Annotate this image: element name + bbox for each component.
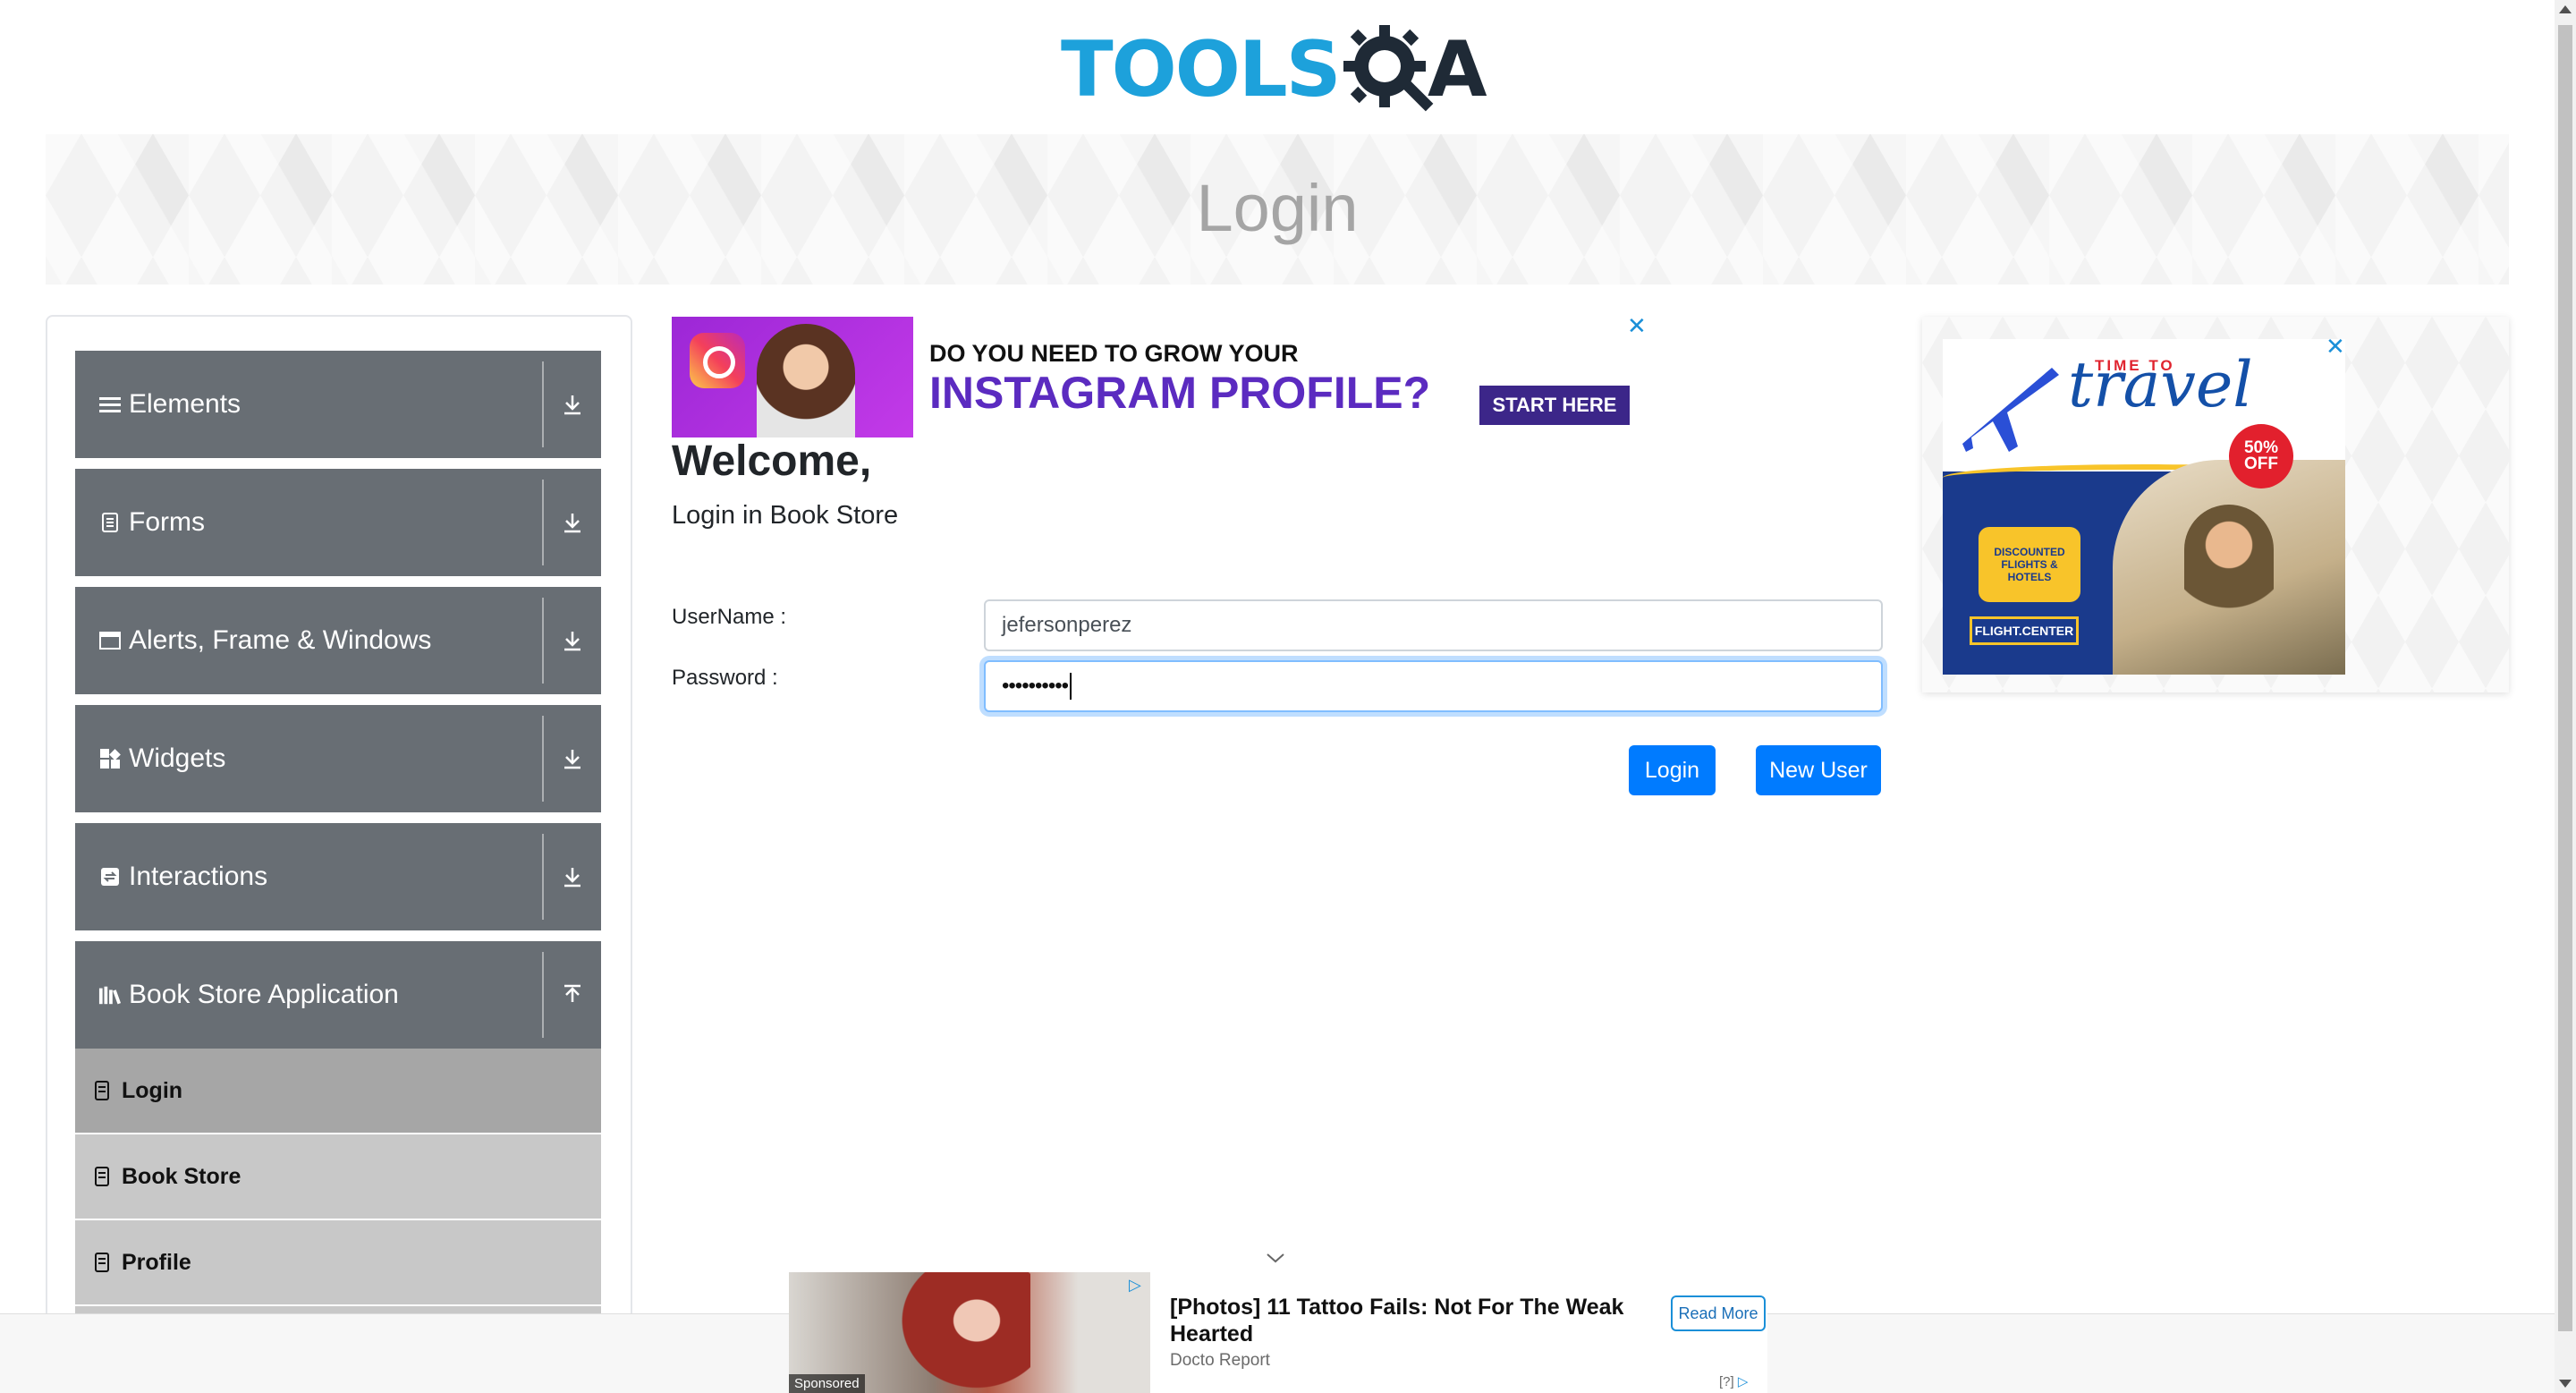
password-label: Password : xyxy=(672,666,778,690)
sidebar-item-label: Book Store xyxy=(122,1163,242,1189)
sidebar-item-label: Profile xyxy=(122,1249,191,1275)
window-icon xyxy=(98,629,122,652)
sale-badge: 50% OFF xyxy=(2229,424,2293,488)
download-icon[interactable] xyxy=(544,630,601,651)
ad-info-link[interactable]: [?] ▷ xyxy=(1719,1373,1748,1389)
download-icon[interactable] xyxy=(544,748,601,769)
ad-title: travel xyxy=(2068,348,2253,421)
sidebar-group-elements[interactable]: Elements xyxy=(75,351,601,458)
sidebar-item-login[interactable]: Login xyxy=(75,1049,601,1133)
logo-text: TOOLS xyxy=(1061,25,1342,115)
password-value: •••••••••• xyxy=(1002,674,1069,698)
gear-magnifier-icon xyxy=(1343,25,1434,112)
sidebar-item-book-store[interactable]: Book Store xyxy=(75,1134,601,1219)
discount-badge: DISCOUNTED FLIGHTS & HOTELS xyxy=(1979,527,2080,602)
username-label: UserName : xyxy=(672,605,787,629)
sponsored-tag: Sponsored xyxy=(789,1374,865,1393)
sponsored-ad[interactable]: Sponsored ▷ [Photos] 11 Tattoo Fails: No… xyxy=(789,1272,1767,1393)
ad-person-image xyxy=(2113,460,2345,675)
sidebar-group-book-store-application[interactable]: Book Store Application xyxy=(75,941,601,1049)
left-sidebar: Elements Forms Alerts, Frame & Windows W… xyxy=(46,315,632,1393)
text-caret xyxy=(1070,673,1072,700)
password-field[interactable]: •••••••••• xyxy=(984,660,1883,712)
sidebar-group-forms[interactable]: Forms xyxy=(75,469,601,576)
sidebar-group-label: Forms xyxy=(129,507,205,537)
book-icon xyxy=(95,1081,113,1100)
travel-ad-container: TIME TO travel 50% OFF DISCOUNTED FLIGHT… xyxy=(1922,317,2509,692)
brand-label: FLIGHT.CENTER xyxy=(1970,616,2079,645)
sidebar-group-label: Book Store Application xyxy=(129,980,399,1009)
close-icon[interactable]: ✕ xyxy=(2326,334,2345,361)
ad-image xyxy=(672,317,913,437)
vertical-scrollbar[interactable] xyxy=(2555,0,2576,1393)
page-header-banner: Login xyxy=(46,134,2509,285)
ad-headline: DO YOU NEED TO GROW YOUR xyxy=(929,340,1299,367)
scrollbar-thumb[interactable] xyxy=(2558,25,2572,1331)
ad-source: Docto Report xyxy=(1170,1351,1270,1370)
sidebar-group-alerts[interactable]: Alerts, Frame & Windows xyxy=(75,587,601,694)
airplane-icon xyxy=(1962,368,2059,452)
ad-person-image xyxy=(896,1272,1030,1393)
logo-text-end: A xyxy=(1428,25,1487,115)
toolsqa-logo[interactable]: TOOLS A xyxy=(1061,20,1496,120)
username-field[interactable]: jefersonperez xyxy=(984,599,1883,651)
download-icon[interactable] xyxy=(544,866,601,888)
ad-start-here-button[interactable]: START HERE xyxy=(1479,386,1630,425)
login-subtitle: Login in Book Store xyxy=(672,501,899,530)
sidebar-group-label: Elements xyxy=(129,389,242,419)
welcome-heading: Welcome, xyxy=(672,437,872,485)
scroll-up-arrow-icon[interactable] xyxy=(2559,5,2572,13)
sidebar-group-interactions[interactable]: Interactions xyxy=(75,823,601,930)
page-title: Login xyxy=(1196,171,1359,245)
upload-icon[interactable] xyxy=(544,984,601,1006)
sidebar-group-label: Interactions xyxy=(129,862,268,891)
sidebar-group-label: Widgets xyxy=(129,743,226,773)
ad-subheadline: INSTAGRAM PROFILE? xyxy=(929,368,1431,418)
ad-headline[interactable]: [Photos] 11 Tattoo Fails: Not For The We… xyxy=(1170,1294,1635,1347)
instagram-ad[interactable]: DO YOU NEED TO GROW YOUR INSTAGRAM PROFI… xyxy=(672,317,1630,437)
username-value: jefersonperez xyxy=(1002,613,1132,637)
travel-ad[interactable]: TIME TO travel 50% OFF DISCOUNTED FLIGHT… xyxy=(1943,339,2345,675)
book-icon xyxy=(95,1167,113,1186)
sidebar-item-profile[interactable]: Profile xyxy=(75,1220,601,1304)
scroll-down-arrow-icon[interactable] xyxy=(2559,1380,2572,1388)
hamburger-icon xyxy=(98,393,122,416)
login-button[interactable]: Login xyxy=(1629,745,1716,795)
sidebar-item-label: Login xyxy=(122,1077,183,1103)
instagram-icon xyxy=(690,333,745,388)
read-more-button[interactable]: Read More xyxy=(1671,1295,1766,1331)
document-icon xyxy=(98,511,122,534)
close-icon[interactable]: ✕ xyxy=(1627,313,1647,340)
ad-info-text: [?] xyxy=(1719,1374,1734,1389)
book-icon xyxy=(95,1253,113,1272)
chevron-down-icon[interactable] xyxy=(1265,1251,1286,1265)
download-icon[interactable] xyxy=(544,394,601,415)
new-user-button[interactable]: New User xyxy=(1756,745,1881,795)
download-icon[interactable] xyxy=(544,512,601,533)
sidebar-group-widgets[interactable]: Widgets xyxy=(75,705,601,812)
adchoices-icon[interactable]: ▷ xyxy=(1129,1276,1141,1295)
sidebar-group-label: Alerts, Frame & Windows xyxy=(129,625,432,655)
widgets-icon xyxy=(98,747,122,770)
books-icon xyxy=(98,983,122,1007)
ad-person-figure xyxy=(2184,505,2274,639)
interactions-icon xyxy=(98,865,122,888)
ad-person-image xyxy=(757,324,855,437)
adchoices-icon: ▷ xyxy=(1737,1374,1749,1389)
